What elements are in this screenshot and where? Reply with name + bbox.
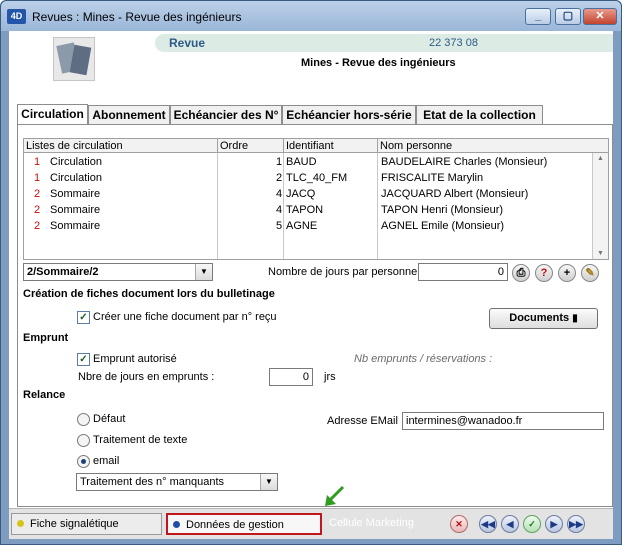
jours-emprunts-input[interactable]: 0 [269,368,313,386]
chevron-down-icon[interactable]: ▼ [260,474,277,490]
jours-par-personne-input[interactable]: 0 [418,263,508,281]
close-window-button[interactable]: ✕ [583,8,617,25]
table-row[interactable]: 1 Circulation 2 TLC_40_FM FRISCALITE Mar… [24,170,594,186]
window-title: Revues : Mines - Revue des ingénieurs [32,10,242,24]
table-row[interactable]: 2 Sommaire 4 JACQ JACQUARD Albert (Monsi… [24,186,594,202]
cancel-icon[interactable]: ✕ [450,515,468,533]
edit-pencil-icon[interactable]: ✎ [581,264,599,282]
col-header-nom[interactable]: Nom personne [378,139,610,153]
emprunt-section-title: Emprunt [23,332,69,344]
header-number: 22 373 08 [429,37,478,49]
col-header-identifiant[interactable]: Identifiant [284,139,378,153]
creation-section-title: Création de fiches document lors du bull… [23,288,275,300]
app-window: 4D Revues : Mines - Revue des ingénieurs… [0,0,622,545]
radio-traitement-texte-label: Traitement de texte [93,434,188,446]
yellow-dot-icon [17,520,24,527]
title-bar: 4D Revues : Mines - Revue des ingénieurs… [1,1,621,31]
tab-cellule-marketing[interactable]: Cellule Marketing [326,513,442,535]
header-band: Revue 22 373 08 [155,34,613,52]
adresse-email-input[interactable]: intermines@wanadoo.fr [402,412,604,430]
adresse-email-label: Adresse EMail [327,415,398,427]
revue-title: Mines - Revue des ingénieurs [301,57,456,69]
window-content: Revue 22 373 08 Mines - Revue des ingéni… [9,31,613,508]
add-icon[interactable]: + [558,264,576,282]
previous-record-icon[interactable]: ◀ [501,515,519,533]
tab-donnees-gestion[interactable]: Données de gestion [166,513,322,535]
revue-logo-icon [53,37,95,81]
jours-par-personne-label: Nombre de jours par personne [268,266,418,278]
grid-scrollbar[interactable]: ▲ ▼ [592,153,608,259]
traitement-select[interactable]: Traitement des n° manquants ▼ [76,473,278,491]
emprunt-autorise-checkbox[interactable]: ✓ [77,353,90,366]
circulation-grid[interactable]: Listes de circulation Ordre Identifiant … [23,138,609,260]
table-row[interactable]: 2 Sommaire 5 AGNE AGNEL Emile (Monsieur) [24,218,594,234]
help-icon[interactable]: ? [535,264,553,282]
circulation-list-select[interactable]: 2/Sommaire/2 ▼ [23,263,213,281]
grid-header: Listes de circulation Ordre Identifiant … [24,139,608,153]
next-record-icon[interactable]: ▶ [545,515,563,533]
col-header-listes[interactable]: Listes de circulation [24,139,218,153]
radio-traitement-texte[interactable] [77,434,90,447]
nb-emprunts-note: Nb emprunts / réservations : [354,353,493,365]
chevron-down-icon[interactable]: ▼ [195,264,212,280]
header-label: Revue [169,36,206,50]
last-record-icon[interactable]: ▶▶ [567,515,585,533]
col-header-ordre[interactable]: Ordre [218,139,284,153]
maximize-button[interactable]: ▢ [555,8,581,25]
table-row[interactable]: 2 Sommaire 4 TAPON TAPON Henri (Monsieur… [24,202,594,218]
tab-echeancier[interactable]: Echéancier des N° [170,105,282,124]
radio-defaut[interactable] [77,413,90,426]
creer-fiche-checkbox[interactable]: ✓ [77,311,90,324]
tab-circulation[interactable]: Circulation [17,104,88,125]
tab-echeancier-hors-serie[interactable]: Echéancier hors-série [282,105,416,124]
circulation-panel: Listes de circulation Ordre Identifiant … [17,124,613,507]
scroll-down-icon[interactable]: ▼ [597,250,604,257]
blue-dot-icon [173,521,180,528]
radio-email-label: email [93,455,120,467]
tab-etat-collection[interactable]: Etat de la collection [416,105,543,124]
tab-fiche-signaletique[interactable]: Fiche signalétique [11,513,162,535]
validate-icon[interactable]: ✓ [523,515,541,533]
documents-button[interactable]: Documents ▮ [489,308,598,329]
emprunt-autorise-label: Emprunt autorisé [93,353,177,365]
scroll-up-icon[interactable]: ▲ [597,155,604,162]
app-logo-icon: 4D [7,9,26,24]
jours-unit-label: jrs [324,371,336,383]
jours-emprunts-label: Nbre de jours en emprunts : [78,371,215,383]
table-row[interactable]: 1 Circulation 1 BAUD BAUDELAIRE Charles … [24,154,594,170]
bottom-navigation-bar: Fiche signalétique Données de gestion Ce… [9,508,613,539]
radio-defaut-label: Défaut [93,413,126,425]
radio-email[interactable] [77,455,90,468]
first-record-icon[interactable]: ◀◀ [479,515,497,533]
green-arrow-icon [325,485,345,506]
creer-fiche-label: Créer une fiche document par n° reçu [93,311,277,323]
relance-section-title: Relance [23,389,66,401]
tab-abonnement[interactable]: Abonnement [88,105,170,124]
bar-icon: ▮ [572,313,578,324]
minimize-button[interactable]: _ [525,8,551,25]
print-icon[interactable]: ⎙ [512,264,530,282]
